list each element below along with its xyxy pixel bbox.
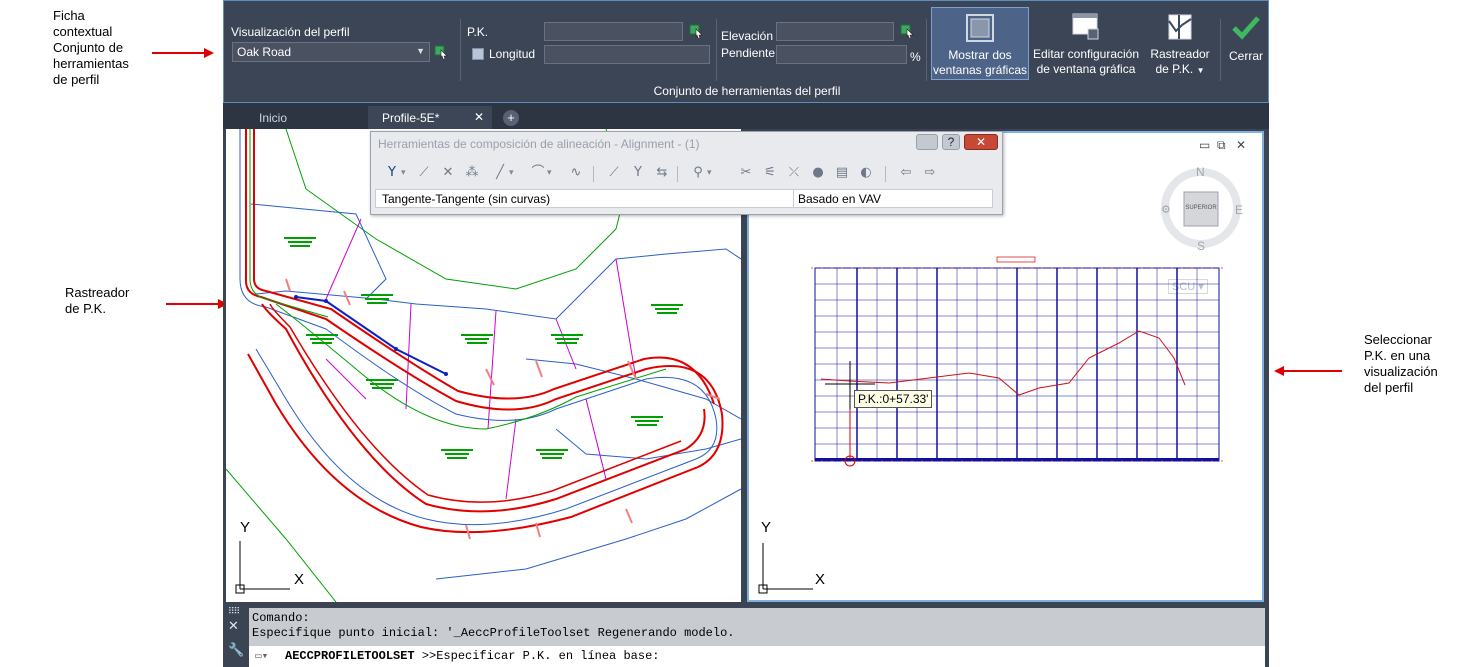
command-input[interactable]: ▭▾ AECCPROFILETOOLSET >>Especificar P.K.… [249,646,1265,667]
help-icon[interactable]: ? [942,134,960,150]
screenshot-root: Ficha contextual Conjunto de herramienta… [0,0,1469,667]
status-left: Tangente-Tangente (sin curvas) [382,192,551,206]
ribbon-separator [1220,19,1221,81]
status-right: Basado en VAV [798,192,881,206]
status-divider [793,190,794,207]
alignment-grid-view-icon[interactable]: ● [809,164,827,182]
insert-pi-icon[interactable]: ⟋ [415,164,433,182]
station-tracker-icon [1168,14,1192,40]
edit-viewport-config-button[interactable]: Editar configuración de ventana gráfica [1030,7,1142,80]
delete-subentity-icon[interactable]: ✂ [737,164,755,182]
pk-input[interactable] [544,22,683,41]
chevron-down-icon: ▼ [416,46,425,56]
pk-label: P.K. [467,25,489,39]
two-viewports-icon [966,14,994,42]
close-command-icon[interactable]: ✕ [228,618,239,634]
command-area: ⠿⠿ ✕ 🔧 Comando: Especifique punto inicia… [223,604,1269,667]
line-tools-icon[interactable]: ╱ [491,164,513,182]
tangent-tangent-icon[interactable]: Y [383,164,406,182]
delete-entity-icon[interactable]: ⤫ [785,164,803,182]
document-tab-bar: Inicio Profile-5E* ✕ + [223,103,1269,129]
grip-icon[interactable]: ⠿⠿ [228,606,240,617]
customize-wrench-icon[interactable]: 🔧 [228,642,244,658]
command-prompt-text: >>Especificar P.K. en línea base: [414,649,660,663]
slope-input[interactable] [776,45,907,64]
length-label: Longitud [489,47,536,61]
spiral-tools-icon[interactable]: ∿ [567,164,585,182]
toolbar-options-icon[interactable] [916,134,938,150]
new-tab-button[interactable]: + [503,110,519,126]
profile-view-value: Oak Road [237,45,292,59]
curve-tools-icon[interactable]: ⌒ [529,164,551,182]
profile-view-select[interactable]: Oak Road ▼ [232,42,430,62]
callout-ficha: Ficha contextual Conjunto de herramienta… [53,8,129,87]
ucs-y-label: Y [761,519,772,536]
show-two-viewports-button[interactable]: Mostrar dos ventanas gráficas [931,7,1029,80]
sub-entity-editor-icon[interactable]: ⚟ [761,164,779,182]
close-toolbar-button[interactable]: ✕ [964,134,998,150]
command-prompt-icon[interactable]: ▭▾ [255,649,268,663]
ribbon-separator [716,19,717,81]
toolbar-separator [885,166,886,182]
profile-toolset-ribbon: Visualización del perfil Oak Road ▼ P.K.… [223,0,1269,103]
pick-profile-view-icon[interactable] [434,45,448,59]
elevation-input[interactable] [776,22,894,41]
elevation-label: Elevación [721,29,774,43]
callout-seleccionar: Seleccionar P.K. en una visualización de… [1364,332,1438,395]
pk-tracker-button[interactable]: Rastreador de P.K. ▼ [1144,7,1216,80]
toolbar-status-bar: Tangente-Tangente (sin curvas) Basado en… [375,189,993,208]
callout-arrow-rastreador [166,299,228,309]
tab-inicio[interactable]: Inicio [245,106,365,129]
ucs-y-label: Y [240,519,251,536]
close-toolset-button[interactable]: Cerrar [1224,7,1268,80]
pk-tooltip: P.K.:0+57.33' [854,390,933,408]
chevron-down-icon: ▼ [1196,66,1205,75]
percent-label: % [910,50,921,64]
alignment-layout-toolbar[interactable]: Herramientas de composición de alineació… [370,131,1003,215]
ribbon-panel-title: Conjunto de herramientas del perfil [653,84,841,98]
profile-view-label: Visualización del perfil [231,25,350,39]
undo-icon[interactable]: ⇦ [897,164,915,182]
checkmark-icon [1232,16,1260,40]
length-checkbox[interactable] [472,48,484,60]
pick-pk-icon[interactable] [689,24,703,38]
pick-elevation-icon[interactable] [900,24,914,38]
ribbon-separator [460,19,461,81]
civil3d-window: Visualización del perfil Oak Road ▼ P.K.… [223,0,1269,667]
ribbon-separator [926,19,927,81]
slope-label: Pendiente [721,46,776,60]
close-tab-icon[interactable]: ✕ [474,110,484,124]
delete-pi-icon[interactable]: ✕ [439,164,457,182]
toolbar-separator [677,166,678,182]
callout-rastreador: Rastreador de P.K. [65,285,130,316]
command-history: Comando: Especifique punto inicial: '_Ae… [249,608,1265,646]
toolbar-title[interactable]: Herramientas de composición de alineació… [371,132,1002,154]
edit-best-fit-icon[interactable]: ⇆ [653,164,671,182]
callout-arrow-ficha [152,48,214,58]
edit-table-icon[interactable]: ▤ [833,164,851,182]
viewport-config-icon [1072,13,1099,40]
alignment-tools-row: Y ⟋ ✕ ⁂ ╱ ⌒ ∿ ⟋ Y ⇆ ⚲ ✂ ⚟ ⤫ ● ▤ ◐ ⇦ [371,164,1002,186]
toolbar-separator [593,166,594,182]
convert-line-icon[interactable]: ⟋ [605,164,623,182]
break-apart-pi-icon[interactable]: ⁂ [463,164,481,182]
tab-profile-5e[interactable]: Profile-5E* ✕ [368,106,492,129]
command-name: AECCPROFILETOOLSET [285,649,415,663]
redo-icon[interactable]: ⇨ [921,164,939,182]
ucs-x-label: X [294,571,305,588]
reverse-direction-icon[interactable]: Y [629,164,647,182]
length-input[interactable] [544,45,710,64]
callout-arrow-seleccionar [1274,366,1342,376]
ucs-x-label: X [815,571,826,588]
sub-entity-icon[interactable]: ◐ [857,164,875,182]
select-entity-icon[interactable]: ⚲ [689,164,711,182]
